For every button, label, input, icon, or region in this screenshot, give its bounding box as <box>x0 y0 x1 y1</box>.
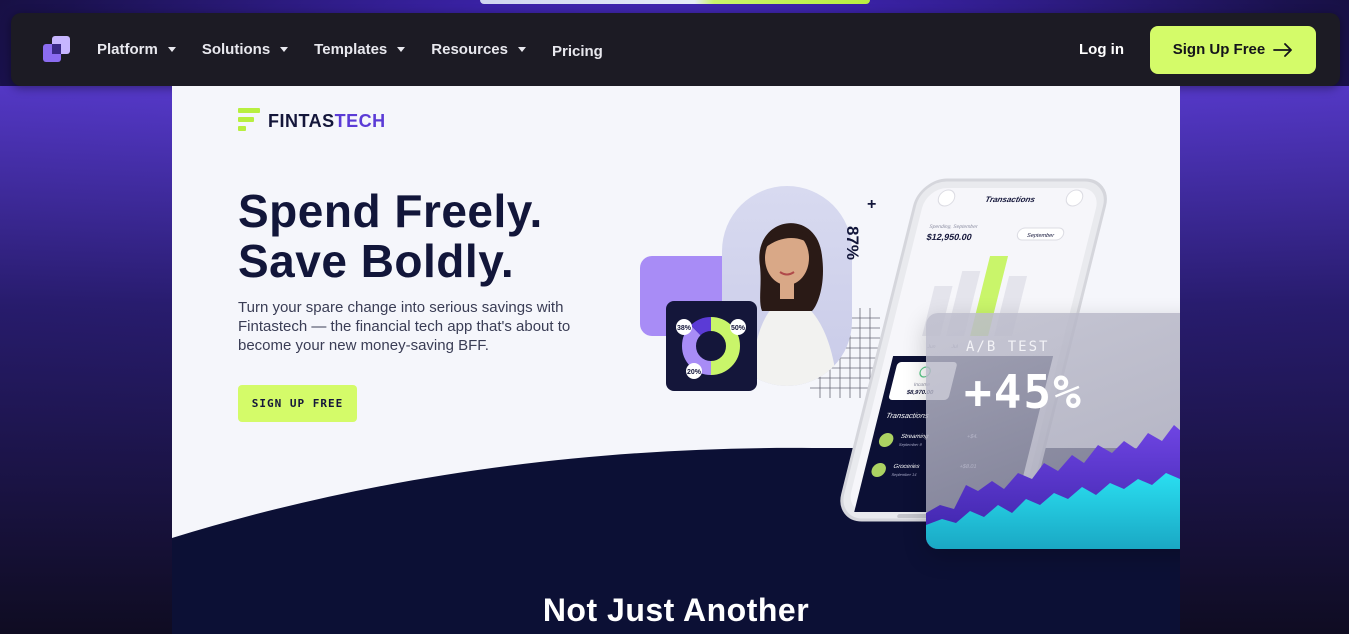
menu-item-label: Templates <box>314 41 388 58</box>
brand-name-prefix: FINTAS <box>268 110 335 131</box>
nav-actions: Log in Sign Up Free <box>1079 25 1316 74</box>
headline-line-2: Save Boldly. <box>238 235 515 287</box>
donut-label-1: 38% <box>677 325 692 332</box>
menu-item-pricing[interactable]: Pricing <box>552 43 603 60</box>
menu-item-platform[interactable]: Platform <box>97 41 176 58</box>
top-highlight-bar <box>480 0 870 4</box>
background-right <box>1180 86 1349 634</box>
arrow-right-icon <box>1273 42 1293 57</box>
hero-signup-button[interactable]: SIGN UP FREE <box>238 385 357 422</box>
section-title: Not Just Another <box>542 592 810 628</box>
landing-preview: FINTASTECH Spend Freely. Save Boldly. Tu… <box>172 86 1180 634</box>
app-logo-icon[interactable] <box>43 35 71 64</box>
donut-chart: 38% 50% 20% <box>676 317 746 379</box>
ab-test-area-chart <box>926 425 1180 549</box>
txn-row-2-name: Groceries <box>893 463 921 470</box>
signup-button[interactable]: Sign Up Free <box>1150 25 1316 74</box>
month-select: September <box>1026 233 1054 239</box>
hero-subtext: Turn your spare change into serious savi… <box>238 299 571 354</box>
menu-item-templates[interactable]: Templates <box>314 41 406 58</box>
chevron-down-icon <box>517 47 526 52</box>
chevron-down-icon <box>167 47 176 52</box>
donut-label-3: 20% <box>687 369 702 376</box>
menu-item-solutions[interactable]: Solutions <box>201 41 289 58</box>
headline-line-1: Spend Freely. <box>238 185 543 237</box>
menu-item-label: Platform <box>97 41 158 58</box>
top-navbar: Platform Solutions Templates Resources P… <box>11 13 1340 86</box>
menu-item-label: Pricing <box>551 42 603 60</box>
chevron-down-icon <box>280 47 289 52</box>
hero-headline: Spend Freely. Save Boldly. <box>238 186 543 286</box>
menu-item-label: Resources <box>431 41 508 58</box>
menu-item-label: Solutions <box>201 41 271 58</box>
spending-value: $12,950.00 <box>926 232 973 242</box>
background-left <box>0 86 172 634</box>
donut-chart-card: 38% 50% 20% <box>666 301 757 391</box>
txn-row-2-date: September 14 <box>891 472 918 477</box>
brand-logo[interactable]: FINTASTECH <box>238 108 386 134</box>
transactions-section-title: Transactions <box>885 411 930 420</box>
chevron-down-icon <box>397 47 406 52</box>
brand-mark-icon <box>238 108 260 134</box>
txn-row-1-date: September 9 <box>898 442 923 447</box>
main-menu: Platform Solutions Templates Resources P… <box>97 40 629 60</box>
login-link[interactable]: Log in <box>1079 41 1124 58</box>
ab-test-card: A/B TEST +45% <box>926 313 1180 549</box>
spending-label: Spending, September <box>929 224 979 230</box>
phone-title: Transactions <box>984 195 1036 204</box>
brand-name-suffix: TECH <box>334 110 386 131</box>
menu-item-resources[interactable]: Resources <box>431 41 526 58</box>
donut-label-2: 50% <box>731 325 746 332</box>
signup-button-label: Sign Up Free <box>1172 41 1266 58</box>
